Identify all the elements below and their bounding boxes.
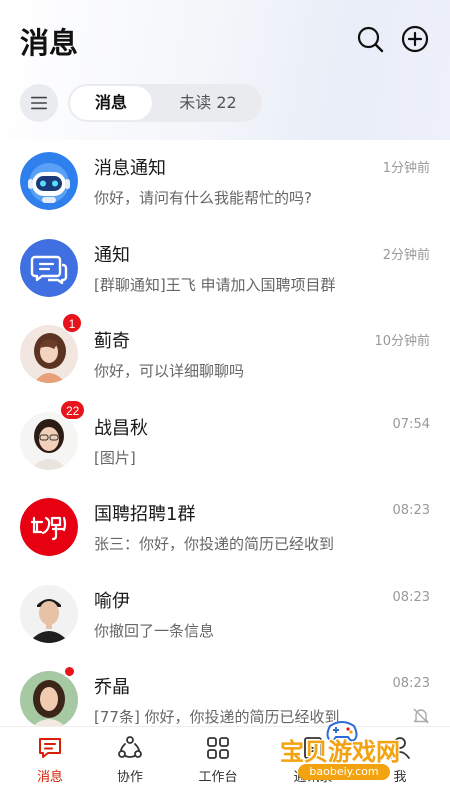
filter-row: 消息 未读 22	[0, 84, 450, 124]
conversation-time: 10分钟前	[374, 334, 430, 349]
conversation-name: 蓟奇	[94, 331, 130, 352]
add-button[interactable]	[400, 24, 430, 54]
guopin-logo	[20, 498, 78, 556]
conversation-name: 喻伊	[94, 590, 130, 612]
conversation-time: 08:23	[392, 503, 430, 518]
tab-label: 协作	[116, 770, 143, 785]
conversation-row[interactable]: 通知 [群聊通知]王飞 申请加入国聘项目群 2分钟前	[0, 223, 450, 310]
unread-badge: 22	[60, 399, 86, 420]
tab-all-messages[interactable]: 消息	[70, 86, 152, 120]
conversation-time: 07:54	[392, 416, 430, 432]
tab-collaboration[interactable]: 协作	[85, 727, 175, 800]
conversation-time: 1分钟前	[382, 161, 430, 176]
conversation-row[interactable]: 乔晶 [77条] 你好，你投递的简历已经收到 08:23	[0, 655, 450, 726]
conversation-preview: 你好，请问有什么我能帮忙的吗?	[94, 189, 312, 207]
message-filter-tabs: 消息 未读 22	[68, 84, 262, 122]
chat-notification-avatar	[20, 238, 78, 297]
conversation-row[interactable]: 消息通知 你好，请问有什么我能帮忙的吗? 1分钟前	[0, 136, 450, 223]
unread-dot	[63, 665, 76, 678]
header: 消息	[0, 0, 450, 80]
conversation-name: 战昌秋	[94, 417, 148, 439]
workbench-icon	[207, 737, 229, 759]
tab-unread[interactable]: 未读 22	[158, 86, 258, 120]
conversation-row[interactable]: 1 蓟奇 你好，可以详细聊聊吗 10分钟前	[0, 309, 450, 396]
user-avatar	[20, 411, 78, 470]
watermark-url: baobeiy.com	[298, 764, 390, 780]
unread-badge: 1	[62, 313, 82, 333]
conversation-time: 08:23	[392, 589, 430, 605]
conversation-name: 消息通知	[94, 158, 166, 179]
search-button[interactable]	[355, 24, 385, 54]
watermark-text: 宝贝游戏网	[280, 738, 400, 766]
conversation-time: 08:23	[392, 676, 430, 691]
tab-label: 消息	[36, 770, 63, 785]
search-icon	[357, 26, 384, 53]
conversation-row[interactable]: 喻伊 你撤回了一条信息 08:23	[0, 569, 450, 656]
menu-button[interactable]	[20, 84, 58, 122]
tab-messages[interactable]: 消息	[5, 727, 95, 800]
conversation-preview: 张三：你好，你投递的简历已经收到	[94, 535, 335, 553]
message-icon	[39, 738, 61, 758]
conversation-preview: [图片]	[94, 448, 136, 467]
conversation-name: 乔晶	[94, 677, 130, 698]
page-title: 消息	[20, 26, 79, 60]
conversation-name: 国聘招聘1群	[94, 504, 196, 525]
conversation-time: 2分钟前	[382, 247, 430, 263]
conversation-list: 消息通知 你好，请问有什么我能帮忙的吗? 1分钟前 通知 [群聊通知]王飞 申请…	[0, 136, 450, 726]
conversation-preview: [群聊通知]王飞 申请加入国聘项目群	[94, 275, 336, 294]
hamburger-icon	[30, 96, 48, 110]
collaboration-icon	[118, 736, 142, 758]
watermark: 宝贝游戏网 baobeiy.com	[276, 718, 450, 800]
user-avatar	[20, 671, 78, 726]
conversation-row[interactable]: 国聘招聘1群 张三：你好，你投递的简历已经收到 08:23	[0, 482, 450, 569]
conversation-row[interactable]: 22 战昌秋 [图片] 07:54	[0, 396, 450, 483]
user-avatar	[20, 584, 78, 643]
tab-workbench[interactable]: 工作台	[173, 727, 263, 800]
conversation-preview: 你撤回了一条信息	[94, 621, 215, 640]
robot-avatar	[20, 152, 78, 210]
plus-circle-icon	[401, 25, 429, 53]
user-avatar	[20, 325, 78, 383]
conversation-preview: 你好，可以详细聊聊吗	[94, 362, 245, 380]
tab-label: 工作台	[198, 770, 238, 785]
conversation-name: 通知	[94, 244, 130, 266]
